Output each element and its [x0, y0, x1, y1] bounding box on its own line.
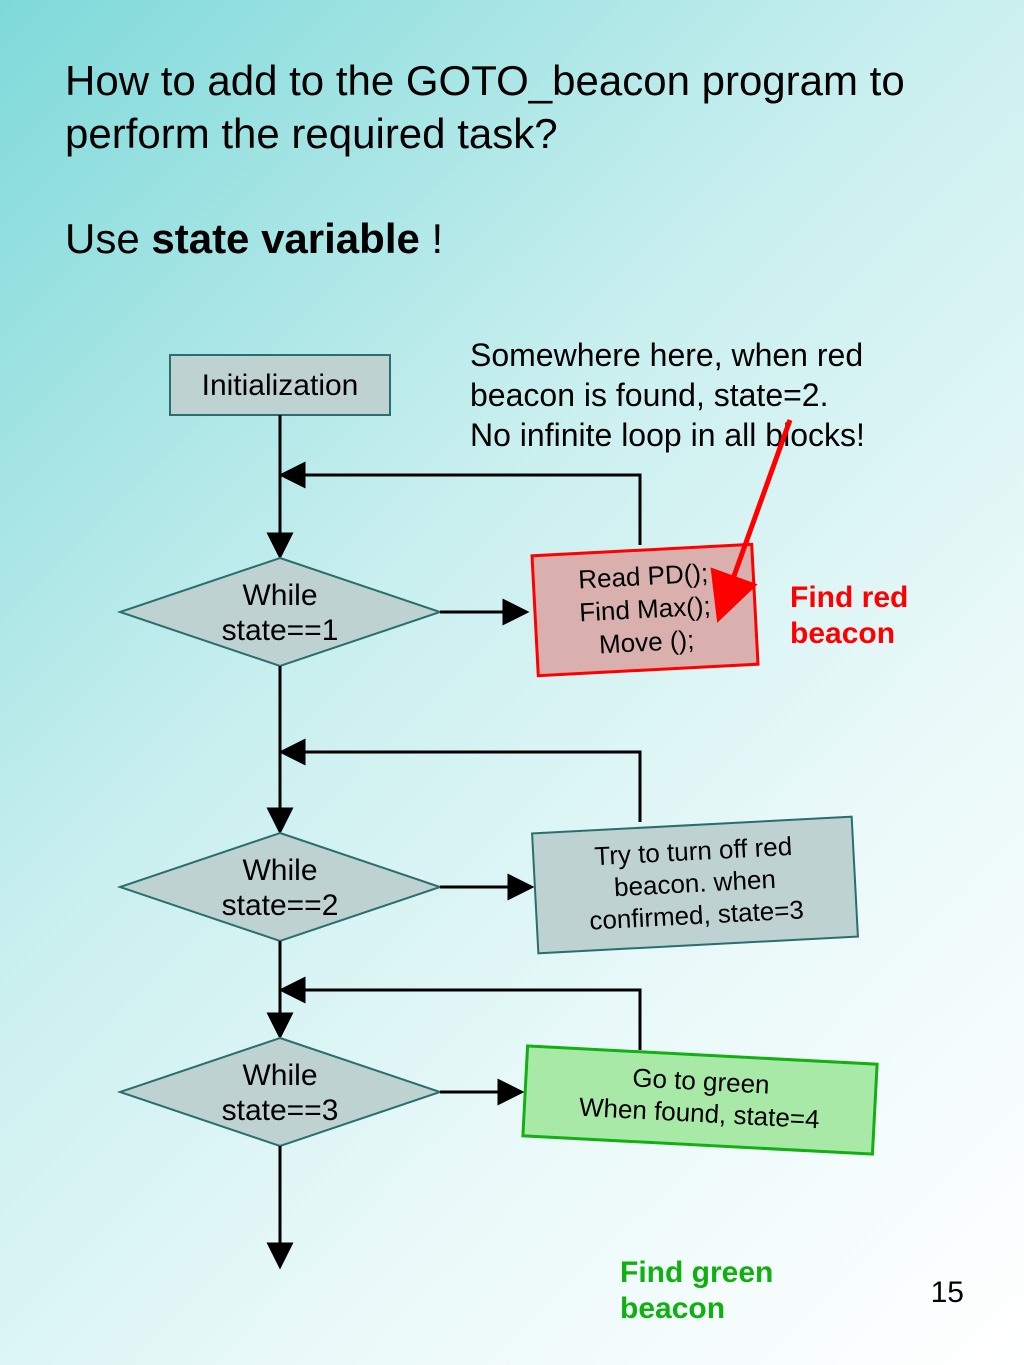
diamond1-line2: state==1	[222, 614, 339, 647]
arrow-proc2-feedback	[283, 752, 640, 822]
arrow-proc1-feedback	[283, 475, 640, 545]
proc-go-to-green: Go to green When found, state=4	[523, 1046, 877, 1154]
diamond3-line2: state==3	[222, 1094, 339, 1127]
diamond1-line1: While	[242, 579, 317, 612]
flowchart-svg: Initialization While state==1 Read PD();…	[0, 0, 1024, 1365]
arrow-proc3-feedback	[283, 990, 640, 1050]
init-box-label: Initialization	[202, 369, 359, 402]
diamond2-line2: state==2	[222, 889, 339, 922]
diamond-state-2	[120, 833, 440, 941]
diamond2-line1: While	[242, 854, 317, 887]
proc-turn-off-red: Try to turn off red beacon. when confirm…	[532, 817, 858, 954]
diamond-state-1	[120, 558, 440, 666]
diamond-state-3	[120, 1038, 440, 1146]
proc1-line3: Move ();	[598, 624, 695, 659]
diamond3-line1: While	[242, 1059, 317, 1092]
